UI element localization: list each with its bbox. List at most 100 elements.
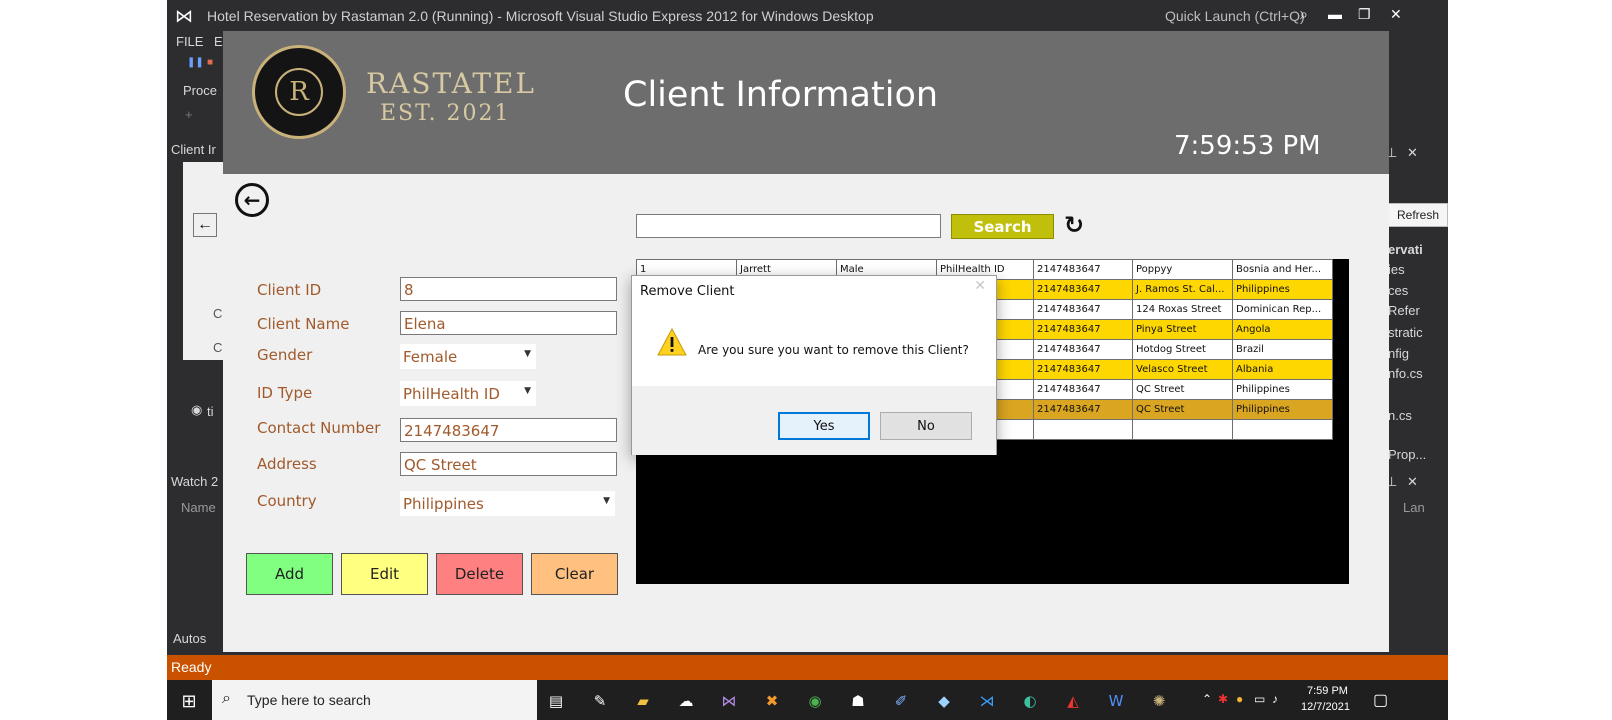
table-cell[interactable]: 2147483647 xyxy=(1033,399,1133,420)
country-value: Philippines xyxy=(403,495,484,513)
table-cell[interactable]: Philippines xyxy=(1232,379,1333,400)
windows-start-icon[interactable]: ⊞ xyxy=(178,690,200,712)
gender-dropdown[interactable]: Female ▼ xyxy=(400,344,536,369)
tray-app-icon[interactable]: ✱ xyxy=(1218,692,1228,706)
address-field[interactable]: QC Street xyxy=(400,452,617,476)
app-icon[interactable]: ✐ xyxy=(890,690,912,712)
taskbar-date[interactable]: 12/7/2021 xyxy=(1301,701,1350,713)
search-icon: ⌕ xyxy=(222,690,231,707)
paint-app-icon[interactable]: ✎ xyxy=(589,690,611,712)
pause-icon[interactable]: ❚❚ xyxy=(187,57,204,68)
search-icon[interactable]: ⌕ xyxy=(1300,6,1308,23)
search-button[interactable]: Search xyxy=(951,214,1054,239)
add-button[interactable]: Add xyxy=(246,553,333,595)
vscode-icon[interactable]: ⋊ xyxy=(976,690,998,712)
task-view-icon[interactable]: ▤ xyxy=(545,690,567,712)
network-icon[interactable]: ▭ xyxy=(1254,692,1265,706)
table-cell[interactable] xyxy=(1132,419,1233,440)
app-icon[interactable]: ☁ xyxy=(675,690,697,712)
no-button[interactable]: No xyxy=(880,412,972,440)
delete-button[interactable]: Delete xyxy=(436,553,523,595)
doc-tab[interactable]: Client Ir xyxy=(171,142,216,157)
client-id-field[interactable]: 8 xyxy=(400,277,617,301)
table-cell[interactable]: J. Ramos St. Cal... xyxy=(1132,279,1233,300)
table-cell[interactable]: Poppyy xyxy=(1132,259,1233,280)
virtualbox-icon[interactable]: ◆ xyxy=(933,690,955,712)
taskbar-search[interactable]: ⌕ Type here to search xyxy=(212,680,537,720)
close-icon[interactable]: ✕ xyxy=(1390,6,1402,23)
breakpoint-icon: ◉ xyxy=(191,402,203,417)
table-cell[interactable]: Philippines xyxy=(1232,279,1333,300)
chrome-icon[interactable]: ◉ xyxy=(804,690,826,712)
contact-number-field[interactable]: 2147483647 xyxy=(400,418,617,442)
label-fragment: ti xyxy=(207,404,214,419)
app-header: R RASTATEL EST. 2021 Client Information … xyxy=(223,31,1389,174)
table-cell[interactable]: QC Street xyxy=(1132,399,1233,420)
visual-studio-icon[interactable]: ⋈ xyxy=(718,690,740,712)
solution-item[interactable]: n.cs xyxy=(1388,408,1412,423)
app-icon[interactable]: ☗ xyxy=(847,690,869,712)
clear-button[interactable]: Clear xyxy=(531,553,618,595)
panel-close-icon[interactable]: ✕ xyxy=(1407,145,1418,161)
word-icon[interactable]: W xyxy=(1105,690,1127,712)
table-cell[interactable]: 2147483647 xyxy=(1033,379,1133,400)
solution-item[interactable]: nfo.cs xyxy=(1388,366,1423,381)
solution-item[interactable]: stratic xyxy=(1388,325,1423,340)
tray-overflow-icon[interactable]: ⌃ xyxy=(1202,692,1212,706)
autos-tab[interactable]: Autos xyxy=(173,631,206,646)
table-cell[interactable]: 2147483647 xyxy=(1033,299,1133,320)
quick-launch-input[interactable]: Quick Launch (Ctrl+Q) xyxy=(1165,8,1305,24)
dialog-title: Remove Client xyxy=(640,284,735,299)
volume-icon[interactable]: ♪ xyxy=(1272,692,1278,706)
menu-file[interactable]: FILE xyxy=(176,34,203,49)
xampp-icon[interactable]: ✖ xyxy=(761,690,783,712)
id-type-dropdown[interactable]: PhilHealth ID ▼ xyxy=(400,381,536,406)
table-cell[interactable]: 2147483647 xyxy=(1033,359,1133,380)
dialog-close-icon[interactable]: ✕ xyxy=(974,278,986,294)
table-cell[interactable]: Angola xyxy=(1232,319,1333,340)
table-cell[interactable]: 124 Roxas Street xyxy=(1132,299,1233,320)
table-cell[interactable]: Hotdog Street xyxy=(1132,339,1233,360)
tray-app-icon[interactable]: ● xyxy=(1236,692,1243,706)
solution-item[interactable]: ervati xyxy=(1388,242,1423,257)
table-cell[interactable]: Velasco Street xyxy=(1132,359,1233,380)
edge-icon[interactable]: ◐ xyxy=(1019,690,1041,712)
app-icon[interactable]: ✺ xyxy=(1148,690,1170,712)
table-cell[interactable]: Pinya Street xyxy=(1132,319,1233,340)
client-name-field[interactable]: Elena xyxy=(400,311,617,335)
table-cell[interactable] xyxy=(1232,419,1333,440)
app-icon[interactable]: ◭ xyxy=(1062,690,1084,712)
table-cell[interactable]: Dominican Rep... xyxy=(1232,299,1333,320)
minimize-icon[interactable]: ▬ xyxy=(1328,6,1342,22)
table-cell[interactable]: 2147483647 xyxy=(1033,339,1133,360)
file-explorer-icon[interactable]: ▰ xyxy=(632,690,654,712)
table-cell[interactable]: QC Street xyxy=(1132,379,1233,400)
table-cell[interactable]: Albania xyxy=(1232,359,1333,380)
remove-client-dialog: Remove Client ✕ Are you sure you want to… xyxy=(631,275,997,455)
country-dropdown[interactable]: Philippines ▼ xyxy=(400,491,615,516)
taskbar-time[interactable]: 7:59 PM xyxy=(1307,685,1348,697)
table-cell[interactable]: 2147483647 xyxy=(1033,319,1133,340)
table-cell[interactable]: Philippines xyxy=(1232,399,1333,420)
table-cell[interactable]: Brazil xyxy=(1232,339,1333,360)
stop-icon[interactable]: ■ xyxy=(207,57,213,68)
table-cell[interactable]: Bosnia and Her... xyxy=(1232,259,1333,280)
table-cell[interactable]: 2147483647 xyxy=(1033,279,1133,300)
refresh-tooltip: Refresh xyxy=(1388,203,1448,227)
panel-close-icon[interactable]: ✕ xyxy=(1407,474,1418,490)
edit-button[interactable]: Edit xyxy=(341,553,428,595)
table-cell[interactable] xyxy=(1033,419,1133,440)
solution-item[interactable]: ies xyxy=(1388,262,1405,277)
properties-tab[interactable]: Prop... xyxy=(1388,447,1426,462)
solution-item[interactable]: ces xyxy=(1388,283,1408,298)
back-arrow-icon[interactable]: ← xyxy=(235,183,269,217)
refresh-icon[interactable]: ↻ xyxy=(1064,211,1084,239)
restore-icon[interactable]: ❐ xyxy=(1358,6,1371,23)
table-cell[interactable]: 2147483647 xyxy=(1033,259,1133,280)
solution-item[interactable]: nfig xyxy=(1388,346,1409,361)
search-input[interactable] xyxy=(636,214,941,238)
menu-edit[interactable]: E xyxy=(214,34,223,49)
notification-icon[interactable]: ▢ xyxy=(1373,690,1388,710)
solution-item[interactable]: Refer xyxy=(1388,303,1420,318)
yes-button[interactable]: Yes xyxy=(778,412,870,440)
